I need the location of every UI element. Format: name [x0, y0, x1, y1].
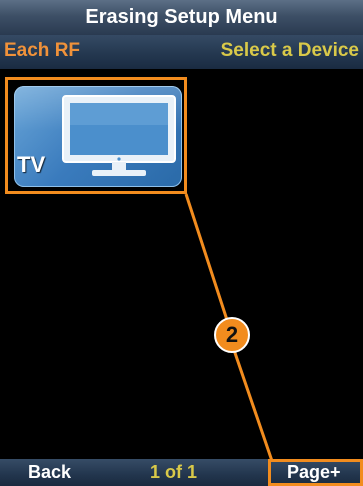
- highlight-box-device: [5, 77, 187, 194]
- page-indicator: 1 of 1: [150, 462, 198, 482]
- back-button[interactable]: Back: [28, 462, 71, 483]
- sub-header-bar: Each RF Select a Device: [0, 35, 363, 69]
- callout-number: 2: [225, 322, 239, 347]
- callout-number-badge: 2: [214, 317, 250, 353]
- screen-title: Erasing Setup Menu: [85, 6, 278, 28]
- mode-label: Each RF: [4, 40, 81, 61]
- highlight-box-page-next: [268, 459, 363, 486]
- instruction-label: Select a Device: [220, 40, 359, 61]
- title-bar: Erasing Setup Menu: [0, 0, 363, 35]
